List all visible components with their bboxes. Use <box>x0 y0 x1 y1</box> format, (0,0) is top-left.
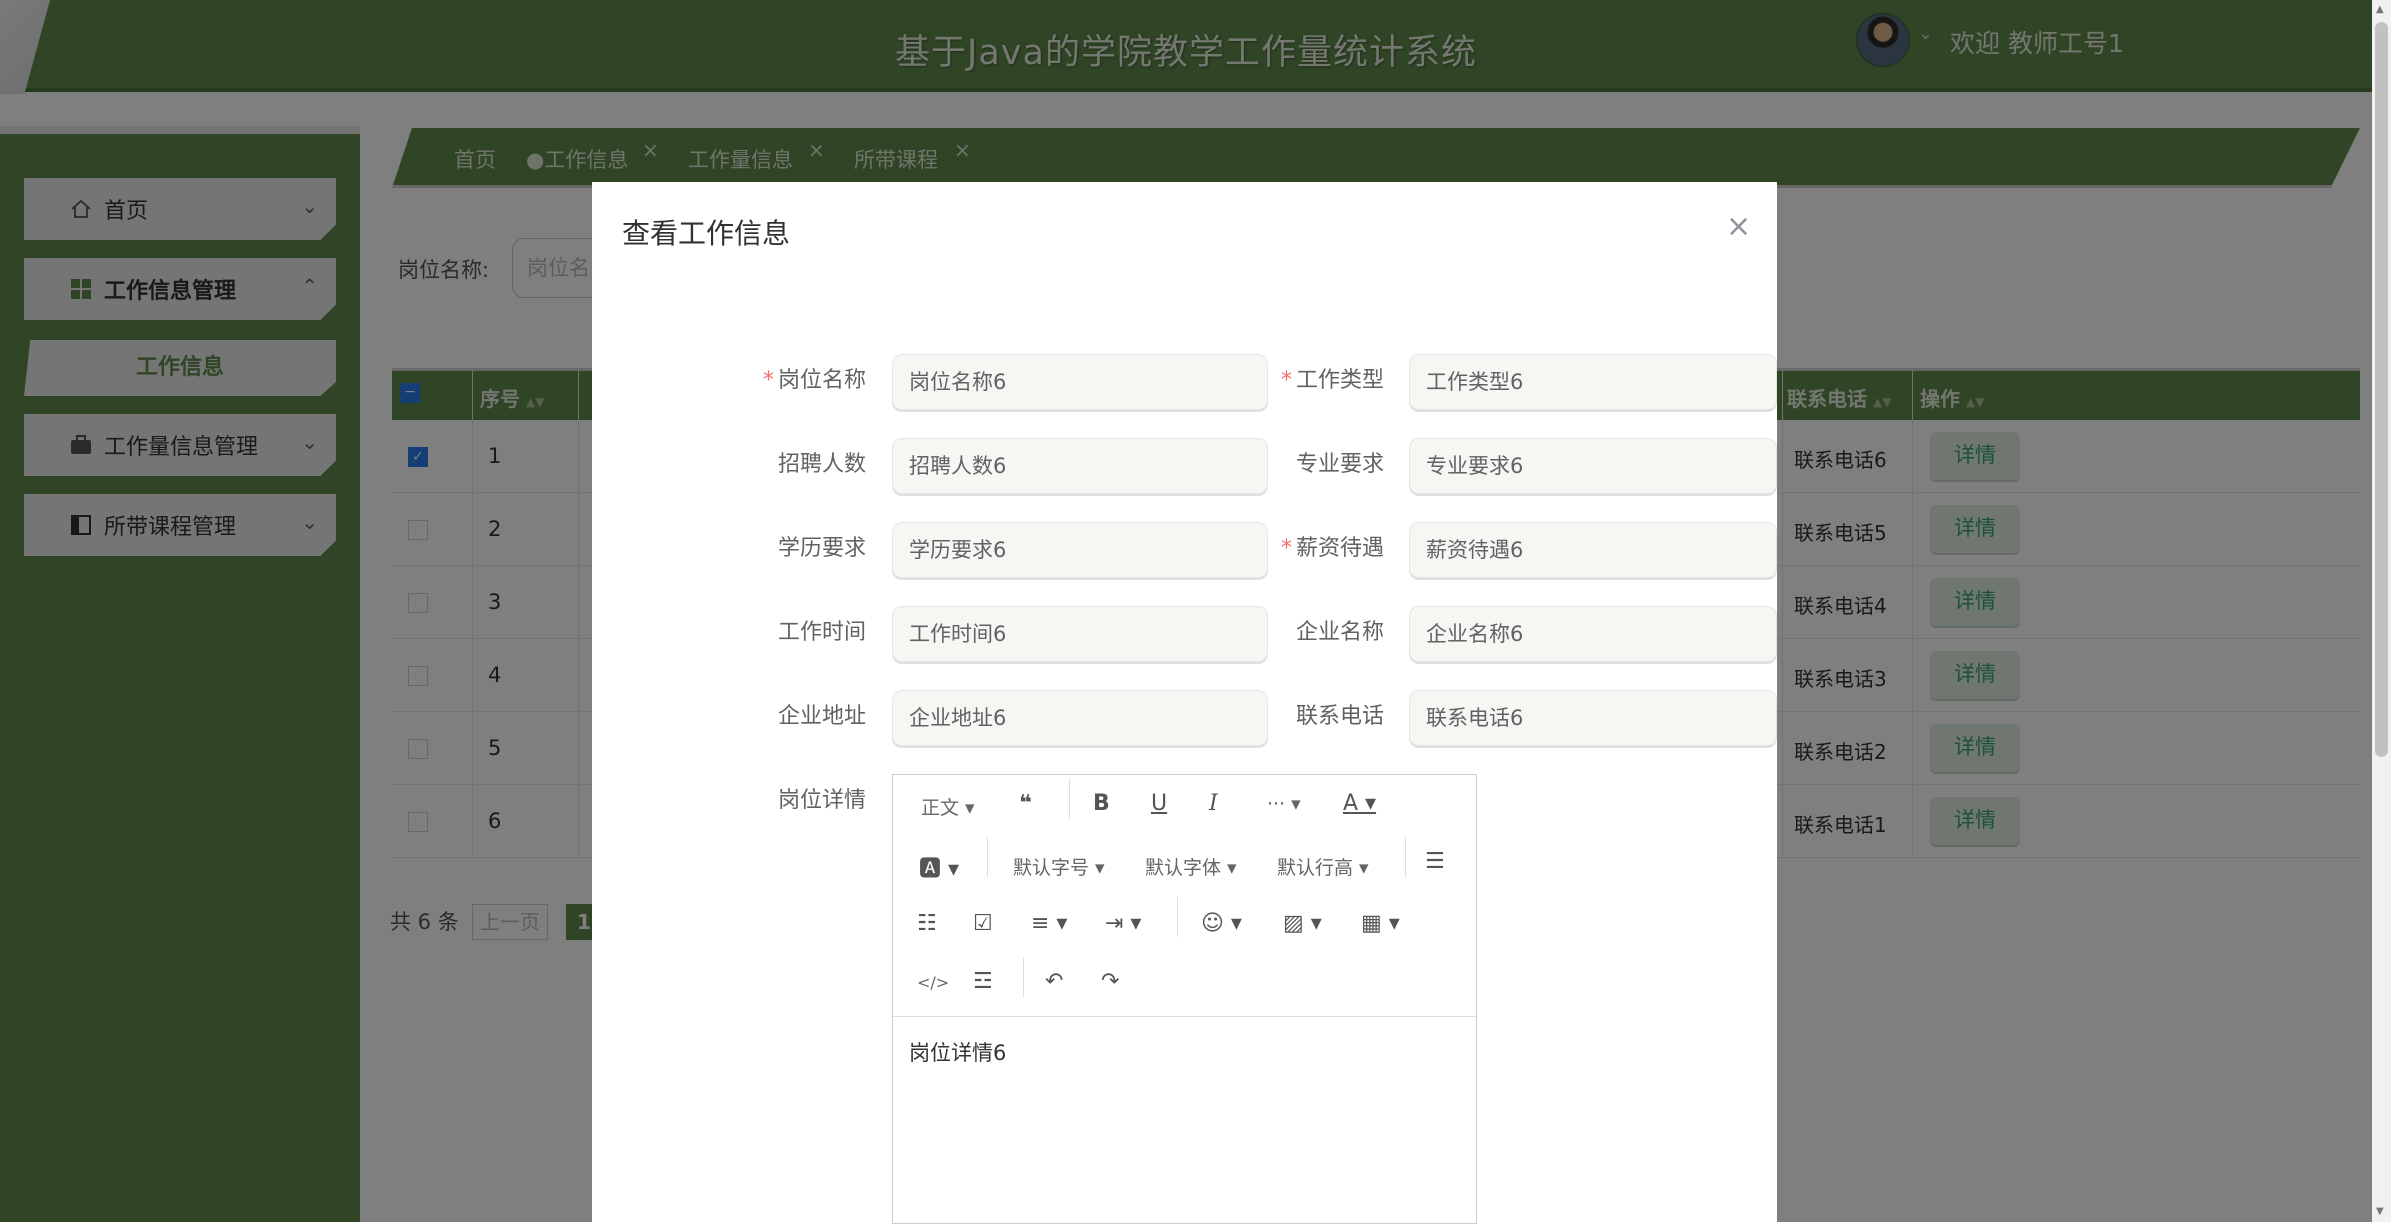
undo-icon[interactable]: ↶ <box>1045 969 1063 994</box>
line-height-dropdown[interactable]: 默认行高 ▾ <box>1277 853 1369 880</box>
salary-field[interactable]: 薪资待遇6 <box>1409 522 1777 578</box>
company-address-field[interactable]: 企业地址6 <box>892 690 1268 746</box>
rich-text-editor: 正文 ▾ ❝ B U I ··· ▾ A ▾ 🅰 ▾ 默认字号 ▾ 默认字体 ▾… <box>892 774 1477 1224</box>
view-job-info-dialog: 查看工作信息 × * 岗位名称 岗位名称6 * 工作类型 工作类型6 招聘人数 招聘… <box>592 182 1777 1224</box>
work-time-label: 工作时间 <box>777 620 866 645</box>
job-name-field[interactable]: 岗位名称6 <box>892 354 1268 410</box>
job-type-label: * 工作类型 <box>1244 362 1384 394</box>
font-color-icon[interactable]: A ▾ <box>1343 791 1376 816</box>
company-name-field[interactable]: 企业名称6 <box>1409 606 1777 662</box>
font-family-dropdown[interactable]: 默认字体 ▾ <box>1145 853 1237 880</box>
education-requirement-label: 学历要求 <box>777 536 866 561</box>
italic-icon[interactable]: I <box>1209 791 1218 816</box>
contact-phone-label: 联系电话 <box>1295 704 1384 729</box>
company-address-label: 企业地址 <box>777 704 866 729</box>
editor-toolbar: 正文 ▾ ❝ B U I ··· ▾ A ▾ 🅰 ▾ 默认字号 ▾ 默认字体 ▾… <box>893 775 1476 1017</box>
major-requirement-label: 专业要求 <box>1295 452 1384 477</box>
toolbar-divider <box>1023 957 1024 997</box>
salary-label: * 薪资待遇 <box>1244 530 1384 562</box>
required-marker: * <box>1280 368 1292 393</box>
dropdown-label: 默认字体 <box>1145 857 1222 879</box>
more-icon[interactable]: ··· ▾ <box>1267 793 1301 815</box>
font-size-dropdown[interactable]: 默认字号 ▾ <box>1013 853 1105 880</box>
image-icon[interactable]: ▨ ▾ <box>1283 911 1322 936</box>
hiring-count-label: 招聘人数 <box>777 452 866 477</box>
close-icon[interactable]: × <box>1726 212 1751 242</box>
label-text: 工作类型 <box>1295 368 1384 393</box>
underline-icon[interactable]: U <box>1151 791 1167 816</box>
code-icon[interactable]: </> <box>917 973 949 992</box>
job-name-label: * 岗位名称 <box>726 362 866 394</box>
scroll-down-icon[interactable]: ▼ <box>2376 1206 2384 1217</box>
major-requirement-field[interactable]: 专业要求6 <box>1409 438 1777 494</box>
toolbar-divider <box>1177 897 1178 937</box>
scrollbar-thumb[interactable] <box>2375 22 2388 757</box>
table-icon[interactable]: ▦ ▾ <box>1361 911 1400 936</box>
education-requirement-field[interactable]: 学历要求6 <box>892 522 1268 578</box>
toolbar-divider <box>987 837 988 877</box>
required-marker: * <box>762 368 774 393</box>
numbered-list-icon[interactable]: ☷ <box>917 911 937 936</box>
scrollbar[interactable]: ▲ ▼ <box>2372 0 2391 1222</box>
required-marker: * <box>1280 536 1292 561</box>
contact-phone-field[interactable]: 联系电话6 <box>1409 690 1777 746</box>
indent-icon[interactable]: ⇥ ▾ <box>1105 911 1141 936</box>
company-name-label: 企业名称 <box>1295 620 1384 645</box>
dropdown-label: 默认行高 <box>1277 857 1354 879</box>
scroll-up-icon[interactable]: ▲ <box>2376 4 2384 15</box>
job-type-field[interactable]: 工作类型6 <box>1409 354 1777 410</box>
dropdown-label: 正文 <box>921 797 960 819</box>
label-text: 岗位名称 <box>777 368 866 393</box>
toolbar-divider <box>1069 779 1070 819</box>
bold-icon[interactable]: B <box>1093 791 1110 816</box>
paragraph-dropdown[interactable]: 正文 ▾ <box>921 793 975 820</box>
dropdown-label: 默认字号 <box>1013 857 1090 879</box>
checklist-icon[interactable]: ☑ <box>973 911 993 936</box>
bullet-list-icon[interactable]: ☰ <box>1425 849 1445 874</box>
divider-line-icon[interactable]: ☲ <box>973 969 993 994</box>
align-icon[interactable]: ≡ ▾ <box>1031 911 1067 936</box>
background-color-icon[interactable]: 🅰 ▾ <box>919 851 959 883</box>
quote-icon[interactable]: ❝ <box>1019 791 1032 816</box>
hiring-count-field[interactable]: 招聘人数6 <box>892 438 1268 494</box>
editor-content[interactable]: 岗位详情6 <box>909 1037 1006 1067</box>
dialog-title: 查看工作信息 <box>622 217 791 250</box>
work-time-field[interactable]: 工作时间6 <box>892 606 1268 662</box>
redo-icon[interactable]: ↷ <box>1101 969 1119 994</box>
toolbar-divider <box>1405 837 1406 877</box>
job-detail-label: 岗位详情 <box>777 788 866 813</box>
emoji-icon[interactable]: ☺ ▾ <box>1201 911 1242 936</box>
label-text: 薪资待遇 <box>1295 536 1384 561</box>
